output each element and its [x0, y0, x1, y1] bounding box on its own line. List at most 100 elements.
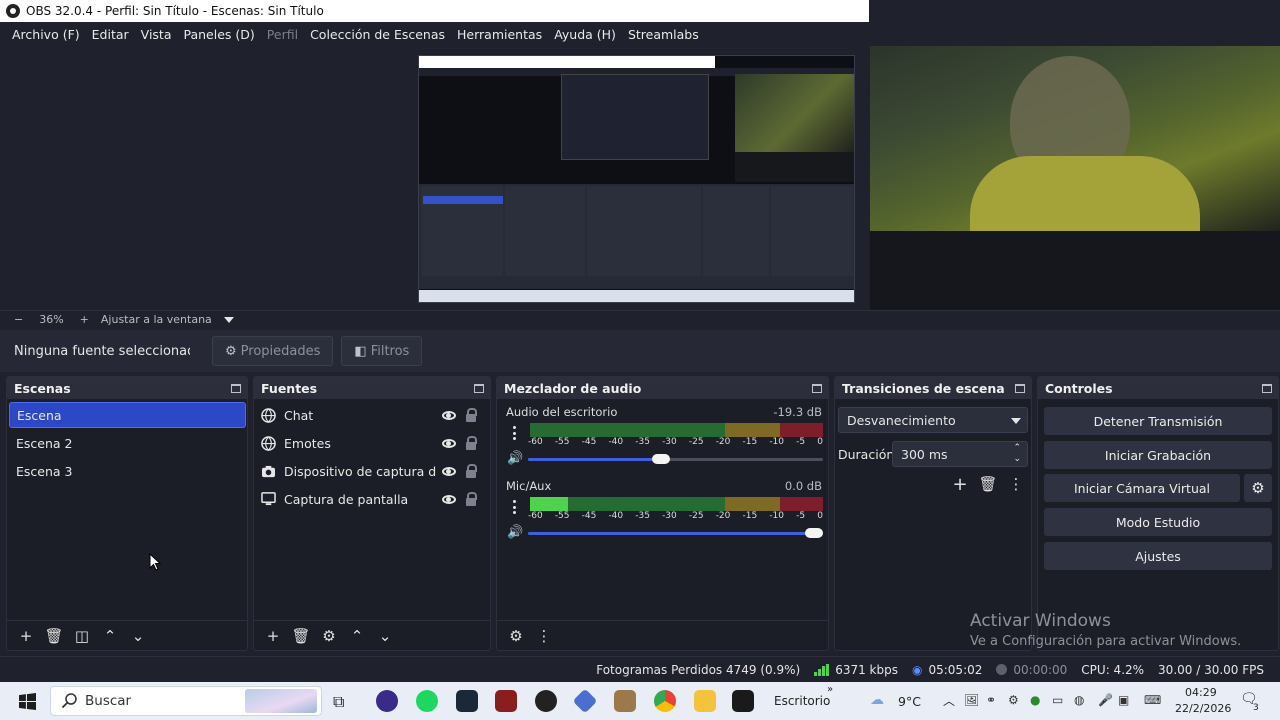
- chevron-down-icon[interactable]: [223, 316, 234, 323]
- chevron-expand-icon[interactable]: »: [827, 684, 833, 695]
- zoom-fit-select[interactable]: Ajustar a la ventana: [101, 313, 212, 326]
- remove-scene-button[interactable]: 🗑: [42, 625, 66, 647]
- tray-icon[interactable]: 🖼: [964, 693, 979, 707]
- obs-studio-icon[interactable]: [535, 690, 557, 712]
- steam-icon[interactable]: [456, 690, 478, 712]
- transition-menu-icon[interactable]: ⋮: [1004, 473, 1028, 495]
- add-source-button[interactable]: +: [261, 625, 285, 647]
- title-bar[interactable]: OBS 32.0.4 - Perfil: Sin Título - Escena…: [0, 0, 869, 22]
- source-item[interactable]: Dispositivo de captura de video: [260, 458, 488, 484]
- scene-item[interactable]: Escena 3: [9, 458, 246, 484]
- microphone-icon[interactable]: 🎤: [1098, 693, 1113, 707]
- menu-archivo[interactable]: Archivo (F): [6, 27, 86, 42]
- studio-mode-button[interactable]: Modo Estudio: [1044, 508, 1272, 536]
- game-character-icon[interactable]: [614, 690, 636, 712]
- menu-herramientas[interactable]: Herramientas: [451, 27, 548, 42]
- lock-icon[interactable]: [466, 464, 477, 478]
- scene-item[interactable]: Escena: [9, 402, 246, 428]
- tray-icon[interactable]: ▣: [1118, 693, 1129, 707]
- weather-temp[interactable]: 9°C: [898, 694, 921, 709]
- epic-games-icon[interactable]: [732, 690, 754, 712]
- undock-icon[interactable]: [1015, 383, 1025, 393]
- transitions-dock-header[interactable]: Transiciones de escena: [835, 377, 1031, 399]
- visibility-eye-icon[interactable]: [442, 410, 456, 420]
- virtual-camera-settings-gear-icon[interactable]: ⚙: [1244, 474, 1272, 502]
- scene-filters-button[interactable]: ◫: [70, 625, 94, 647]
- file-explorer-icon[interactable]: [694, 690, 716, 712]
- remove-source-button[interactable]: 🗑: [289, 625, 313, 647]
- menu-coleccion-escenas[interactable]: Colección de Escenas: [304, 27, 451, 42]
- scene-item[interactable]: Escena 2: [9, 430, 246, 456]
- visibility-eye-icon[interactable]: [442, 466, 456, 476]
- tray-icon[interactable]: ⚭: [986, 693, 996, 707]
- menu-ayuda[interactable]: Ayuda (H): [548, 27, 622, 42]
- visibility-eye-icon[interactable]: [442, 494, 456, 504]
- volume-slider-knob[interactable]: [652, 454, 670, 464]
- undock-icon[interactable]: [231, 383, 241, 393]
- source-item[interactable]: Chat: [260, 402, 488, 428]
- move-source-up-button[interactable]: ⌃: [345, 625, 369, 647]
- preview-screen-capture[interactable]: [418, 55, 855, 303]
- menu-paneles[interactable]: Paneles (D): [178, 27, 261, 42]
- obs-taskbar-icon[interactable]: [376, 690, 398, 712]
- controls-dock-header[interactable]: Controles: [1038, 377, 1278, 399]
- move-scene-down-button[interactable]: ⌄: [126, 625, 150, 647]
- speaker-icon[interactable]: 🔊: [507, 525, 523, 540]
- add-scene-button[interactable]: +: [14, 625, 38, 647]
- start-recording-button[interactable]: Iniciar Grabación: [1044, 441, 1272, 469]
- zoom-in-button[interactable]: +: [80, 313, 89, 326]
- desktop-toolbar-label[interactable]: Escritorio: [774, 694, 830, 708]
- zoom-out-button[interactable]: −: [14, 313, 23, 326]
- chrome-icon[interactable]: [654, 690, 676, 712]
- source-properties-button[interactable]: ⚙: [317, 625, 341, 647]
- keyboard-icon[interactable]: ⌨: [1144, 693, 1161, 707]
- channel-menu-icon[interactable]: [513, 426, 517, 440]
- duration-spinbox[interactable]: 300 ms ⌃ ⌄: [892, 441, 1028, 467]
- start-virtual-camera-button[interactable]: Iniciar Cámara Virtual: [1044, 474, 1240, 502]
- volume-slider-knob[interactable]: [805, 528, 823, 538]
- game-icon[interactable]: [495, 690, 517, 712]
- settings-button[interactable]: Ajustes: [1044, 542, 1272, 570]
- undock-icon[interactable]: [1262, 383, 1272, 393]
- mixer-menu-icon[interactable]: ⋮: [532, 625, 556, 647]
- tray-icon[interactable]: ▭: [1052, 693, 1063, 707]
- move-scene-up-button[interactable]: ⌃: [98, 625, 122, 647]
- lock-icon[interactable]: [466, 436, 477, 450]
- visibility-eye-icon[interactable]: [442, 438, 456, 448]
- channel-menu-icon[interactable]: [513, 500, 517, 514]
- properties-button[interactable]: ⚙ Propiedades: [212, 336, 334, 366]
- add-transition-button[interactable]: +: [948, 473, 972, 495]
- move-source-down-button[interactable]: ⌄: [373, 625, 397, 647]
- sources-dock-header[interactable]: Fuentes: [254, 377, 490, 399]
- transition-select[interactable]: Desvanecimiento: [838, 407, 1028, 433]
- scenes-dock-header[interactable]: Escenas: [7, 377, 247, 399]
- tray-icon[interactable]: ⚙: [1008, 693, 1019, 707]
- clock-time[interactable]: 04:29: [1185, 686, 1217, 699]
- mixer-dock-header[interactable]: Mezclador de audio: [497, 377, 828, 399]
- taskbar-search[interactable]: Buscar: [50, 686, 322, 716]
- lock-icon[interactable]: [466, 408, 477, 422]
- remove-transition-button[interactable]: 🗑: [976, 473, 1000, 495]
- spotify-icon[interactable]: [416, 690, 438, 712]
- task-view-icon[interactable]: ⧉: [333, 692, 344, 712]
- speaker-icon[interactable]: 🔊: [507, 451, 523, 466]
- preview-webcam-feed[interactable]: [870, 46, 1280, 231]
- undock-icon[interactable]: [812, 383, 822, 393]
- chevron-up-icon[interactable]: ︿: [943, 692, 955, 709]
- menu-streamlabs[interactable]: Streamlabs: [622, 27, 705, 42]
- windows-start-icon[interactable]: [19, 693, 36, 710]
- tray-icon[interactable]: ◍: [1074, 693, 1084, 707]
- stop-stream-button[interactable]: Detener Transmisión: [1044, 407, 1272, 435]
- menu-vista[interactable]: Vista: [135, 27, 178, 42]
- menu-editar[interactable]: Editar: [86, 27, 135, 42]
- undock-icon[interactable]: [474, 383, 484, 393]
- preview-nested-titlebar: [419, 56, 715, 68]
- clock-date[interactable]: 22/2/2026: [1175, 702, 1231, 715]
- advanced-audio-gear-icon[interactable]: ⚙: [504, 625, 528, 647]
- filters-button[interactable]: ◧ Filtros: [341, 336, 423, 366]
- source-item[interactable]: Captura de pantalla: [260, 486, 488, 512]
- tray-icon[interactable]: ●: [1030, 693, 1040, 707]
- lock-icon[interactable]: [466, 492, 477, 506]
- spin-arrows-icon[interactable]: ⌃ ⌄: [1013, 443, 1021, 465]
- source-item[interactable]: Emotes: [260, 430, 488, 456]
